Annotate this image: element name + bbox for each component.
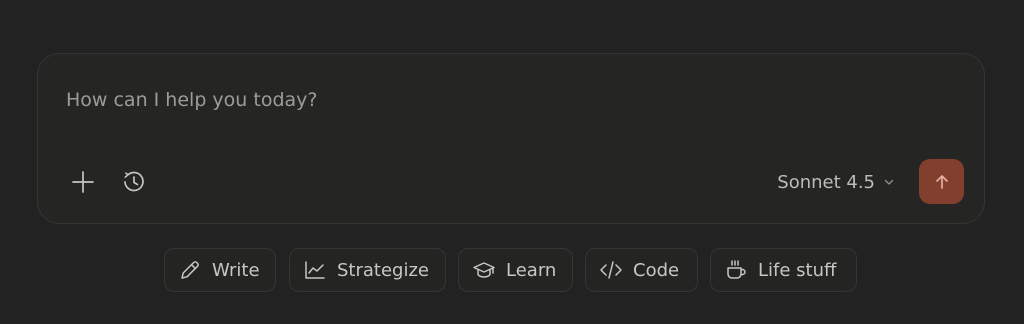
suggestion-label: Write — [212, 259, 260, 281]
page: Sonnet 4.5 Write — [0, 0, 1024, 324]
send-button[interactable] — [919, 159, 964, 204]
code-icon — [599, 258, 623, 282]
suggestion-label: Learn — [506, 259, 557, 281]
plus-icon — [72, 171, 94, 193]
chat-composer: Sonnet 4.5 — [37, 53, 985, 224]
model-selector[interactable]: Sonnet 4.5 — [777, 167, 895, 197]
graduation-cap-icon — [472, 258, 496, 282]
pencil-icon — [178, 258, 202, 282]
arrow-up-icon — [935, 174, 948, 189]
suggestion-learn[interactable]: Learn — [458, 248, 573, 292]
coffee-cup-icon — [724, 258, 748, 282]
clock-history-icon — [124, 171, 144, 192]
history-button[interactable] — [117, 165, 151, 199]
prompt-input[interactable] — [66, 84, 826, 116]
suggestion-code[interactable]: Code — [585, 248, 698, 292]
suggestion-label: Life stuff — [758, 259, 837, 281]
chevron-down-icon — [884, 179, 894, 185]
suggestion-life-stuff[interactable]: Life stuff — [710, 248, 857, 292]
add-attachment-button[interactable] — [66, 165, 100, 199]
model-label: Sonnet 4.5 — [777, 171, 875, 193]
suggestion-chips: Write Strategize Learn Code Life stuff — [0, 248, 1024, 292]
suggestion-label: Strategize — [337, 259, 429, 281]
line-chart-icon — [303, 258, 327, 282]
suggestion-write[interactable]: Write — [164, 248, 276, 292]
suggestion-strategize[interactable]: Strategize — [289, 248, 446, 292]
suggestion-label: Code — [633, 259, 680, 281]
